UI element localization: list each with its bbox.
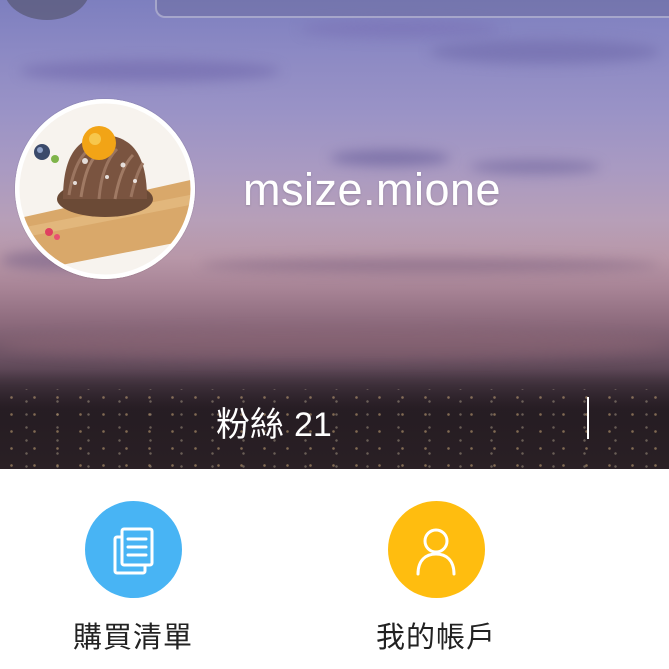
cloud — [200, 258, 660, 272]
cloud — [0, 330, 669, 360]
purchase-list-label: 購買清單 — [72, 620, 193, 654]
profile-screen: msize.mione 粉絲 21 購買清單 我的帳戶 — [0, 0, 669, 669]
purchase-list-circle — [84, 501, 182, 598]
followers-label: 粉絲 — [216, 405, 284, 445]
search-bar[interactable] — [155, 0, 669, 18]
followers-number: 21 — [294, 406, 332, 444]
username: msize.mione — [243, 164, 502, 215]
my-account-circle — [387, 501, 485, 598]
cloud — [300, 20, 500, 38]
my-account-label: 我的帳戶 — [375, 620, 496, 654]
cover-photo: msize.mione 粉絲 21 — [0, 0, 669, 469]
user-icon — [416, 528, 456, 575]
stats-divider — [587, 397, 589, 439]
cloud — [20, 60, 280, 82]
cloud — [430, 40, 660, 64]
order-list-icon — [113, 527, 154, 574]
purchase-list-button[interactable]: 購買清單 — [33, 501, 233, 656]
avatar[interactable] — [15, 99, 195, 279]
dessert-photo — [15, 99, 195, 279]
back-button[interactable] — [4, 0, 90, 20]
profile-menu: 購買清單 我的帳戶 — [0, 469, 669, 669]
city-lights — [0, 389, 669, 469]
my-account-button[interactable]: 我的帳戶 — [336, 501, 536, 656]
followers-count[interactable]: 粉絲 21 — [216, 397, 332, 446]
